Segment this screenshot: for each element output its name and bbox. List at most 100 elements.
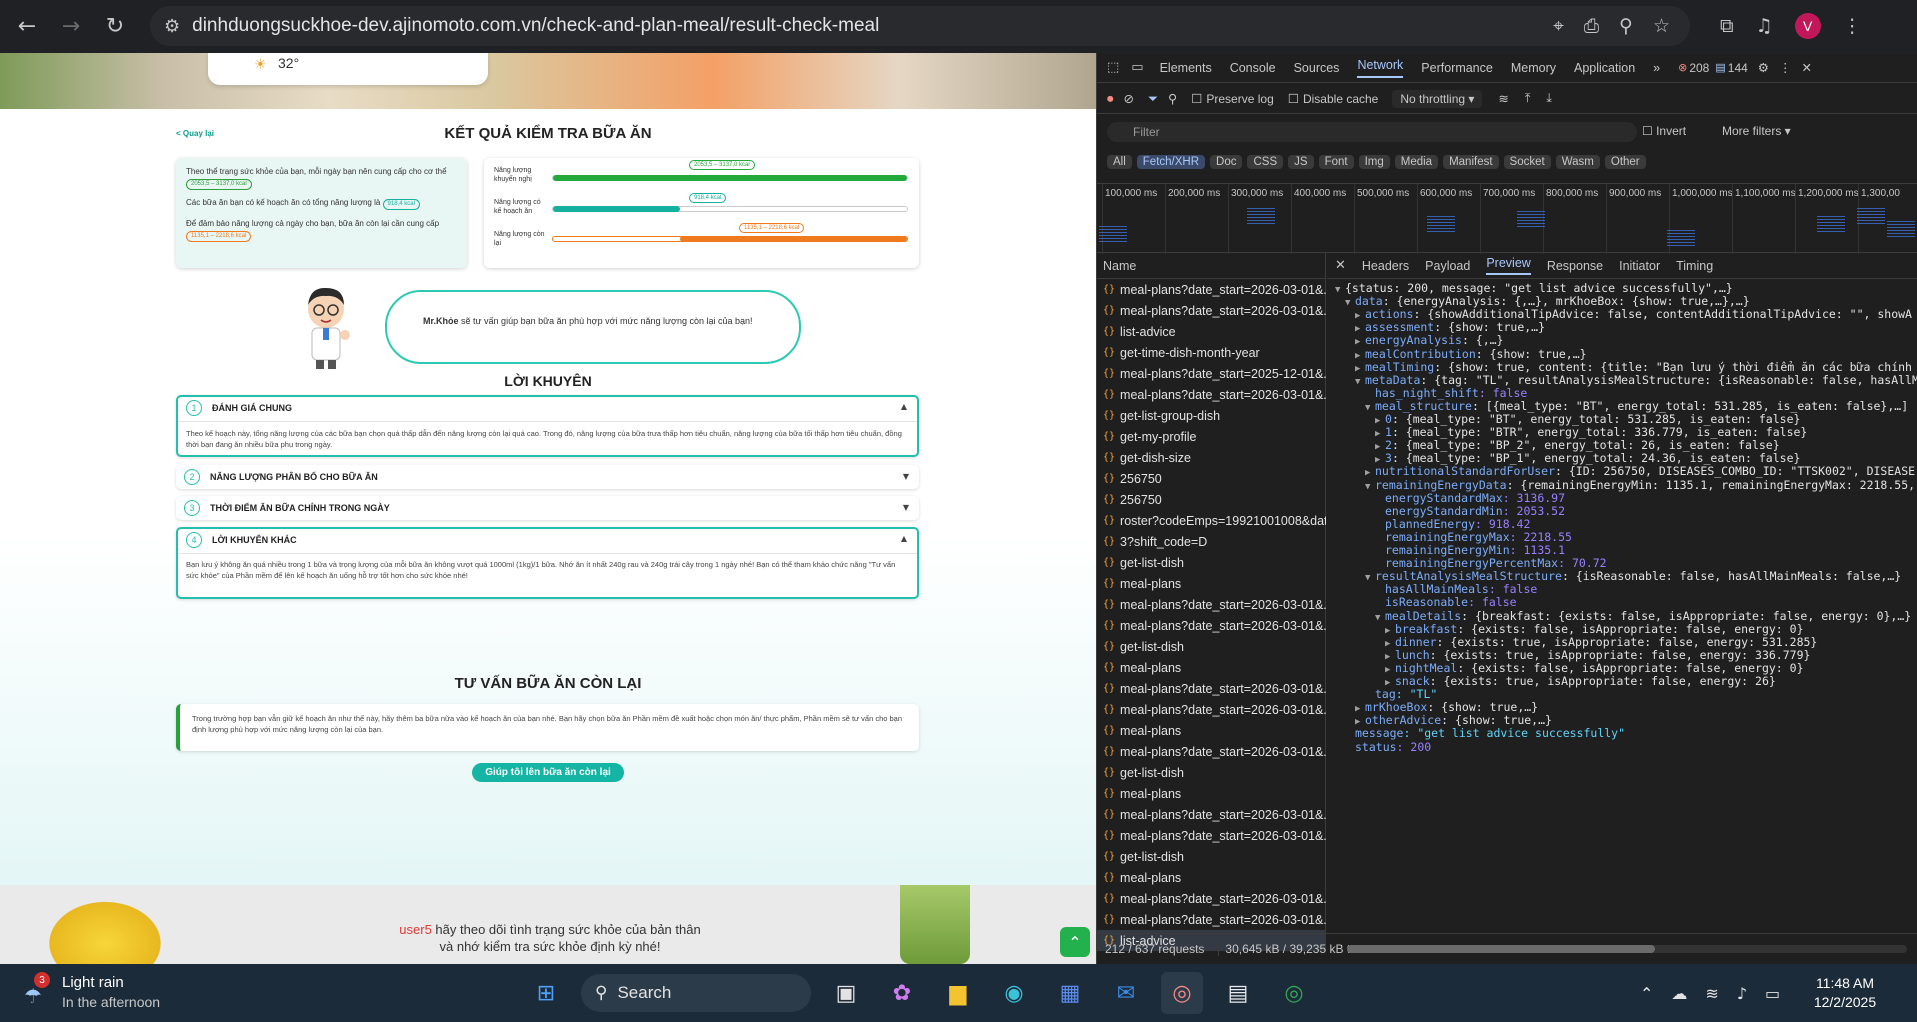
request-row[interactable]: {} 256750: [1097, 489, 1326, 510]
accordion-title[interactable]: LỜI KHUYÊN KHÁC: [212, 535, 297, 545]
message-count[interactable]: 144: [1728, 61, 1748, 75]
tab-application[interactable]: Application: [1574, 61, 1635, 75]
request-row[interactable]: {} 256750: [1097, 468, 1326, 489]
request-row[interactable]: {} meal-plans?date_start=2026-03-01&...: [1097, 888, 1326, 909]
request-name[interactable]: meal-plans?date_start=2026-03-01&...: [1120, 304, 1326, 318]
disable-cache-checkbox[interactable]: ☐: [1288, 91, 1299, 106]
filter-chip-manifest[interactable]: Manifest: [1443, 155, 1499, 169]
preserve-log-label[interactable]: Preserve log: [1206, 92, 1273, 106]
request-name[interactable]: meal-plans: [1120, 787, 1181, 801]
accordion-energy-distribution[interactable]: 2 NĂNG LƯỢNG PHÂN BỔ CHO BỮA ĂN ▼: [176, 465, 919, 489]
request-row[interactable]: {} get-my-profile: [1097, 426, 1326, 447]
request-name[interactable]: meal-plans: [1120, 661, 1181, 675]
throttling-select[interactable]: No throttling ▾: [1392, 89, 1483, 108]
tab-preview[interactable]: Preview: [1486, 256, 1531, 275]
accordion-title[interactable]: ĐÁNH GIÁ CHUNG: [212, 403, 292, 413]
file-explorer-icon[interactable]: ▆: [937, 972, 979, 1014]
url-text[interactable]: dinhduongsuckhoe-dev.ajinomoto.com.vn/ch…: [192, 15, 879, 37]
name-column-header[interactable]: Name: [1097, 253, 1325, 279]
request-row[interactable]: {} get-list-dish: [1097, 636, 1326, 657]
address-bar[interactable]: ⚙ dinhduongsuckhoe-dev.ajinomoto.com.vn/…: [150, 6, 1690, 46]
expand-down-triangle-icon[interactable]: ▼: [1355, 377, 1365, 387]
request-name[interactable]: get-list-dish: [1120, 556, 1184, 570]
bookmark-star-icon[interactable]: ☆: [1653, 15, 1670, 37]
record-stop-icon[interactable]: ⏺: [1107, 91, 1114, 107]
reload-icon[interactable]: ↻: [98, 10, 132, 44]
tab-sources[interactable]: Sources: [1294, 61, 1340, 75]
profile-avatar[interactable]: V: [1794, 13, 1821, 39]
taskbar-search[interactable]: ⚲ Search: [581, 974, 811, 1012]
weather-taskbar-widget[interactable]: 3 ☂ Light rain In the afternoon: [24, 970, 224, 1016]
request-name[interactable]: get-time-dish-month-year: [1120, 346, 1260, 360]
tab-initiator[interactable]: Initiator: [1619, 259, 1660, 273]
request-name[interactable]: meal-plans?date_start=2026-03-01&...: [1120, 808, 1326, 822]
tab-response[interactable]: Response: [1547, 259, 1603, 273]
filter-funnel-icon[interactable]: ⏷: [1148, 91, 1158, 107]
search-icon[interactable]: ⚲: [1168, 91, 1177, 106]
request-name[interactable]: 256750: [1120, 472, 1162, 486]
filter-chip-socket[interactable]: Socket: [1503, 155, 1551, 169]
tab-timing[interactable]: Timing: [1676, 259, 1713, 273]
request-name[interactable]: roster?codeEmps=19921001008&dat...: [1120, 514, 1326, 528]
chrome-icon[interactable]: ◎: [1161, 972, 1203, 1014]
wifi-icon[interactable]: ≋: [1705, 984, 1718, 1003]
request-name[interactable]: list-advice: [1120, 325, 1176, 339]
chevron-down-icon[interactable]: ▼: [903, 472, 909, 481]
disable-cache-label[interactable]: Disable cache: [1303, 92, 1378, 106]
install-app-icon[interactable]: ⎙: [1584, 15, 1599, 37]
tab-network[interactable]: Network: [1357, 58, 1404, 78]
preserve-log-checkbox[interactable]: ☐: [1191, 91, 1202, 106]
clear-icon[interactable]: ⊘: [1124, 91, 1134, 106]
location-icon[interactable]: ⌖: [1553, 15, 1564, 37]
network-off-icon[interactable]: ☁: [1671, 984, 1687, 1003]
request-name[interactable]: meal-plans: [1120, 577, 1181, 591]
tab-memory[interactable]: Memory: [1511, 61, 1556, 75]
request-name[interactable]: meal-plans: [1120, 724, 1181, 738]
filter-chip-fetch-xhr[interactable]: Fetch/XHR: [1136, 155, 1206, 169]
request-row[interactable]: {} meal-plans?date_start=2026-03-01&...: [1097, 594, 1326, 615]
tab-console[interactable]: Console: [1230, 61, 1276, 75]
request-name[interactable]: get-dish-size: [1120, 451, 1191, 465]
accordion-other-advice[interactable]: 4 LỜI KHUYÊN KHÁC ▲ Bạn lưu ý không ăn q…: [176, 527, 919, 599]
request-row[interactable]: {} meal-plans?date_start=2026-03-01&...: [1097, 825, 1326, 846]
network-timeline-overview[interactable]: 100,000 ms 200,000 ms 300,000 ms 400,000 ms…: [1097, 183, 1917, 254]
more-tabs-icon[interactable]: »: [1653, 61, 1660, 75]
request-name[interactable]: meal-plans?date_start=2026-03-01&...: [1120, 619, 1326, 633]
taskbar-clock[interactable]: 11:48 AM 12/2/2025: [1790, 974, 1900, 1012]
filter-chip-other[interactable]: Other: [1604, 155, 1646, 169]
filter-chip-img[interactable]: Img: [1358, 155, 1390, 169]
expand-down-triangle-icon[interactable]: ▼: [1365, 482, 1375, 492]
filter-chip-js[interactable]: JS: [1288, 155, 1314, 169]
request-row[interactable]: {} meal-plans: [1097, 720, 1326, 741]
request-name[interactable]: meal-plans?date_start=2026-03-01&...: [1120, 745, 1326, 759]
error-count[interactable]: 208: [1689, 61, 1709, 75]
close-devtools-icon[interactable]: ✕: [1802, 60, 1812, 75]
filter-chip-font[interactable]: Font: [1318, 155, 1354, 169]
tab-payload[interactable]: Payload: [1425, 259, 1470, 273]
filter-chip-wasm[interactable]: Wasm: [1555, 155, 1600, 169]
request-row[interactable]: {} meal-plans?date_start=2026-03-01&...: [1097, 804, 1326, 825]
request-row[interactable]: {} meal-plans?date_start=2026-03-01&...: [1097, 699, 1326, 720]
task-view-icon[interactable]: ▣: [825, 972, 867, 1014]
request-row[interactable]: {} get-time-dish-month-year: [1097, 342, 1326, 363]
expand-down-triangle-icon[interactable]: ▼: [1365, 403, 1375, 413]
app-icon[interactable]: ▤: [1217, 972, 1259, 1014]
request-row[interactable]: {} meal-plans: [1097, 573, 1326, 594]
request-row[interactable]: {} meal-plans?date_start=2026-03-01&...: [1097, 909, 1326, 930]
request-row[interactable]: {} meal-plans?date_start=2026-03-01&...: [1097, 678, 1326, 699]
request-name[interactable]: get-list-group-dish: [1120, 409, 1220, 423]
chevron-up-icon[interactable]: ▲: [901, 534, 907, 543]
close-details-icon[interactable]: ✕: [1335, 258, 1346, 273]
copilot-icon[interactable]: ✿: [881, 972, 923, 1014]
tab-elements[interactable]: Elements: [1160, 61, 1212, 75]
zoom-icon[interactable]: ⚲: [1619, 15, 1633, 37]
help-plan-remaining-meal-button[interactable]: Giúp tôi lên bữa ăn còn lại: [472, 763, 624, 782]
invert-checkbox[interactable]: ☐ Invert: [1642, 124, 1686, 138]
request-row[interactable]: {} get-list-dish: [1097, 762, 1326, 783]
request-row[interactable]: {} get-list-dish: [1097, 846, 1326, 867]
request-name[interactable]: meal-plans: [1120, 871, 1181, 885]
request-name[interactable]: meal-plans?date_start=2026-03-01&...: [1120, 388, 1326, 402]
request-name[interactable]: meal-plans?date_start=2026-03-01&...: [1120, 283, 1326, 297]
accordion-title[interactable]: THỜI ĐIỂM ĂN BỮA CHÍNH TRONG NGÀY: [210, 503, 390, 513]
request-row[interactable]: {} meal-plans?date_start=2026-03-01&...: [1097, 741, 1326, 762]
